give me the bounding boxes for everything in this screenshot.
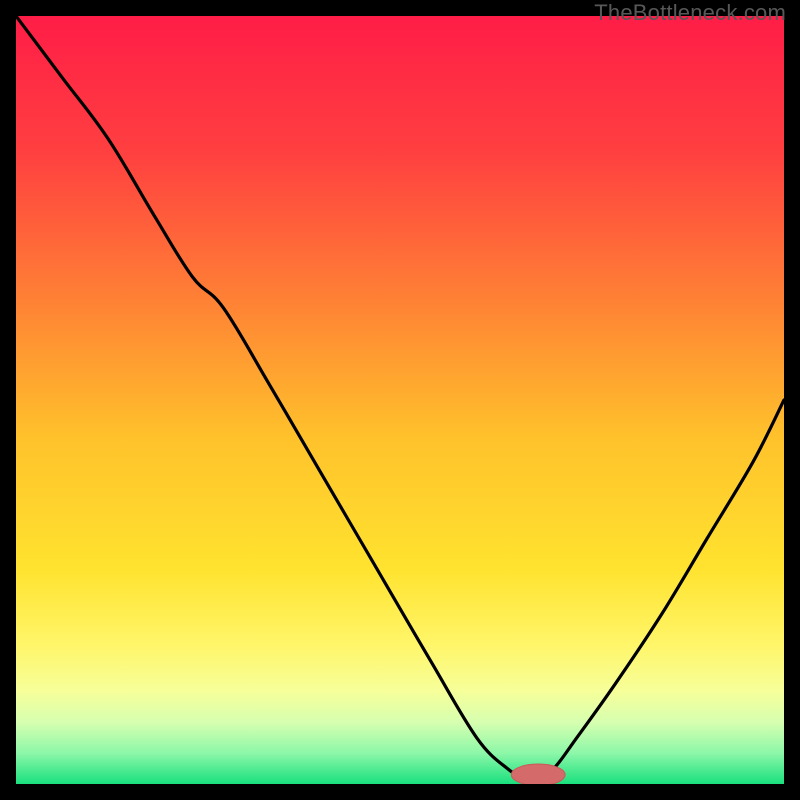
gradient-background [16,16,784,784]
watermark-text: TheBottleneck.com [594,0,786,26]
chart-frame: TheBottleneck.com [0,0,800,800]
bottleneck-chart [16,16,784,784]
optimal-marker [511,764,565,784]
